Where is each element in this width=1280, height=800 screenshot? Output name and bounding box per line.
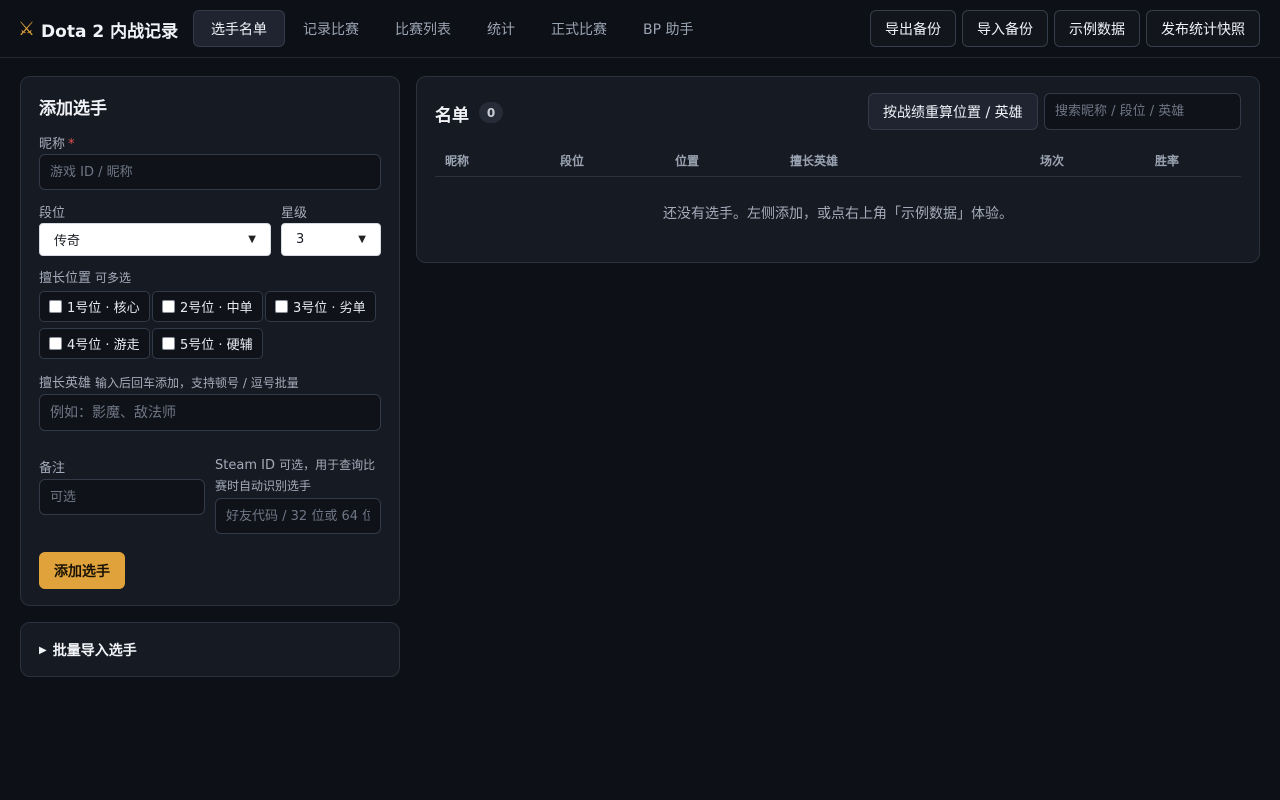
rank-select[interactable]: 传奇 ▼ <box>39 223 271 256</box>
main-nav: 选手名单 记录比赛 比赛列表 统计 正式比赛 BP 助手 <box>193 10 712 47</box>
checkbox-icon[interactable] <box>275 300 288 313</box>
nickname-label: 昵称 * <box>39 133 75 152</box>
rank-select-value: 传奇 <box>54 234 81 249</box>
position-checkbox-5[interactable]: 5号位 · 硬辅 <box>152 328 263 359</box>
column-header-heroes[interactable]: 擅长英雄 <box>790 152 838 169</box>
heroes-label: 擅长英雄 输入后回车添加，支持顿号 / 逗号批量 <box>39 372 299 391</box>
rank-label: 段位 <box>39 206 66 221</box>
recalc-positions-button[interactable]: 按战绩重算位置 / 英雄 <box>868 93 1038 130</box>
position-label: 5号位 · 硬辅 <box>180 338 253 353</box>
tab-players[interactable]: 选手名单 <box>193 10 285 47</box>
positions-label: 擅长位置 可多选 <box>39 267 131 286</box>
checkbox-icon[interactable] <box>162 300 175 313</box>
position-label: 2号位 · 中单 <box>180 301 253 316</box>
column-header-games[interactable]: 场次 <box>1040 152 1064 169</box>
tab-official-match[interactable]: 正式比赛 <box>533 10 625 47</box>
checkbox-icon[interactable] <box>162 337 175 350</box>
import-backup-button[interactable]: 导入备份 <box>962 10 1048 47</box>
nickname-input[interactable] <box>39 154 381 190</box>
sample-data-button[interactable]: 示例数据 <box>1054 10 1140 47</box>
roster-search-input[interactable] <box>1044 93 1241 130</box>
steam-id-label-text: Steam ID <box>215 458 275 473</box>
position-label: 1号位 · 核心 <box>67 301 140 316</box>
position-checkbox-4[interactable]: 4号位 · 游走 <box>39 328 150 359</box>
top-bar: ⚔ Dota 2 内战记录 选手名单 记录比赛 比赛列表 统计 正式比赛 BP … <box>0 0 1280 58</box>
roster-card: 名单 0 按战绩重算位置 / 英雄 昵称 段位 位置 擅长英雄 场次 胜率 还没… <box>416 76 1260 263</box>
tab-stats[interactable]: 统计 <box>469 10 533 47</box>
tab-record-match[interactable]: 记录比赛 <box>285 10 377 47</box>
crossed-swords-icon: ⚔ <box>18 17 36 40</box>
column-header-rank[interactable]: 段位 <box>560 152 584 169</box>
position-checkbox-2[interactable]: 2号位 · 中单 <box>152 291 263 322</box>
heroes-input[interactable] <box>39 394 381 431</box>
roster-empty-message: 还没有选手。左侧添加，或点右上角「示例数据」体验。 <box>663 206 1013 222</box>
position-label: 4号位 · 游走 <box>67 338 140 353</box>
steam-id-label: Steam ID 可选，用于查询比赛时自动识别选手 <box>215 455 385 497</box>
add-player-card: 添加选手 昵称* 段位 传奇 ▼ 星级 3 ▼ 擅长位置可多选 1号位 · 核心… <box>20 76 400 606</box>
app-brand: ⚔ Dota 2 内战记录 <box>18 16 178 42</box>
bulk-import-card: ▶ 批量导入选手 <box>20 622 400 677</box>
column-header-position[interactable]: 位置 <box>675 152 699 169</box>
tab-match-list[interactable]: 比赛列表 <box>377 10 469 47</box>
heroes-label-text: 擅长英雄 <box>39 376 92 391</box>
stars-select[interactable]: 3 ▼ <box>281 223 381 256</box>
publish-snapshot-button[interactable]: 发布统计快照 <box>1146 10 1260 47</box>
roster-count-badge: 0 <box>479 102 503 123</box>
nickname-label-text: 昵称 <box>39 137 66 152</box>
stars-label: 星级 <box>281 206 308 221</box>
chevron-down-icon: ▼ <box>358 234 366 245</box>
steam-id-input[interactable] <box>215 498 381 534</box>
heroes-hint: 输入后回车添加，支持顿号 / 逗号批量 <box>95 376 299 390</box>
position-label: 3号位 · 劣单 <box>293 301 366 316</box>
position-checkbox-1[interactable]: 1号位 · 核心 <box>39 291 150 322</box>
positions-hint: 可多选 <box>95 271 132 285</box>
add-player-button[interactable]: 添加选手 <box>39 552 125 589</box>
column-header-winrate[interactable]: 胜率 <box>1155 152 1179 169</box>
tab-bp-helper[interactable]: BP 助手 <box>625 10 712 47</box>
chevron-down-icon: ▼ <box>248 234 256 245</box>
required-mark: * <box>68 137 75 152</box>
table-header-divider <box>435 176 1241 177</box>
caret-right-icon: ▶ <box>39 644 47 656</box>
bulk-import-toggle[interactable]: ▶ 批量导入选手 <box>39 640 137 660</box>
checkbox-icon[interactable] <box>49 337 62 350</box>
bulk-import-label: 批量导入选手 <box>52 643 137 659</box>
add-player-title: 添加选手 <box>39 99 107 119</box>
column-header-nickname[interactable]: 昵称 <box>445 152 469 169</box>
position-checkbox-3[interactable]: 3号位 · 劣单 <box>265 291 376 322</box>
roster-title: 名单 <box>435 106 469 126</box>
header-actions: 导出备份 导入备份 示例数据 发布统计快照 <box>870 10 1260 47</box>
checkbox-icon[interactable] <box>49 300 62 313</box>
stars-select-value: 3 <box>296 232 305 247</box>
positions-label-text: 擅长位置 <box>39 271 92 286</box>
note-input[interactable] <box>39 479 205 515</box>
app-title: Dota 2 内战记录 <box>41 21 179 42</box>
export-backup-button[interactable]: 导出备份 <box>870 10 956 47</box>
note-label: 备注 <box>39 461 66 476</box>
